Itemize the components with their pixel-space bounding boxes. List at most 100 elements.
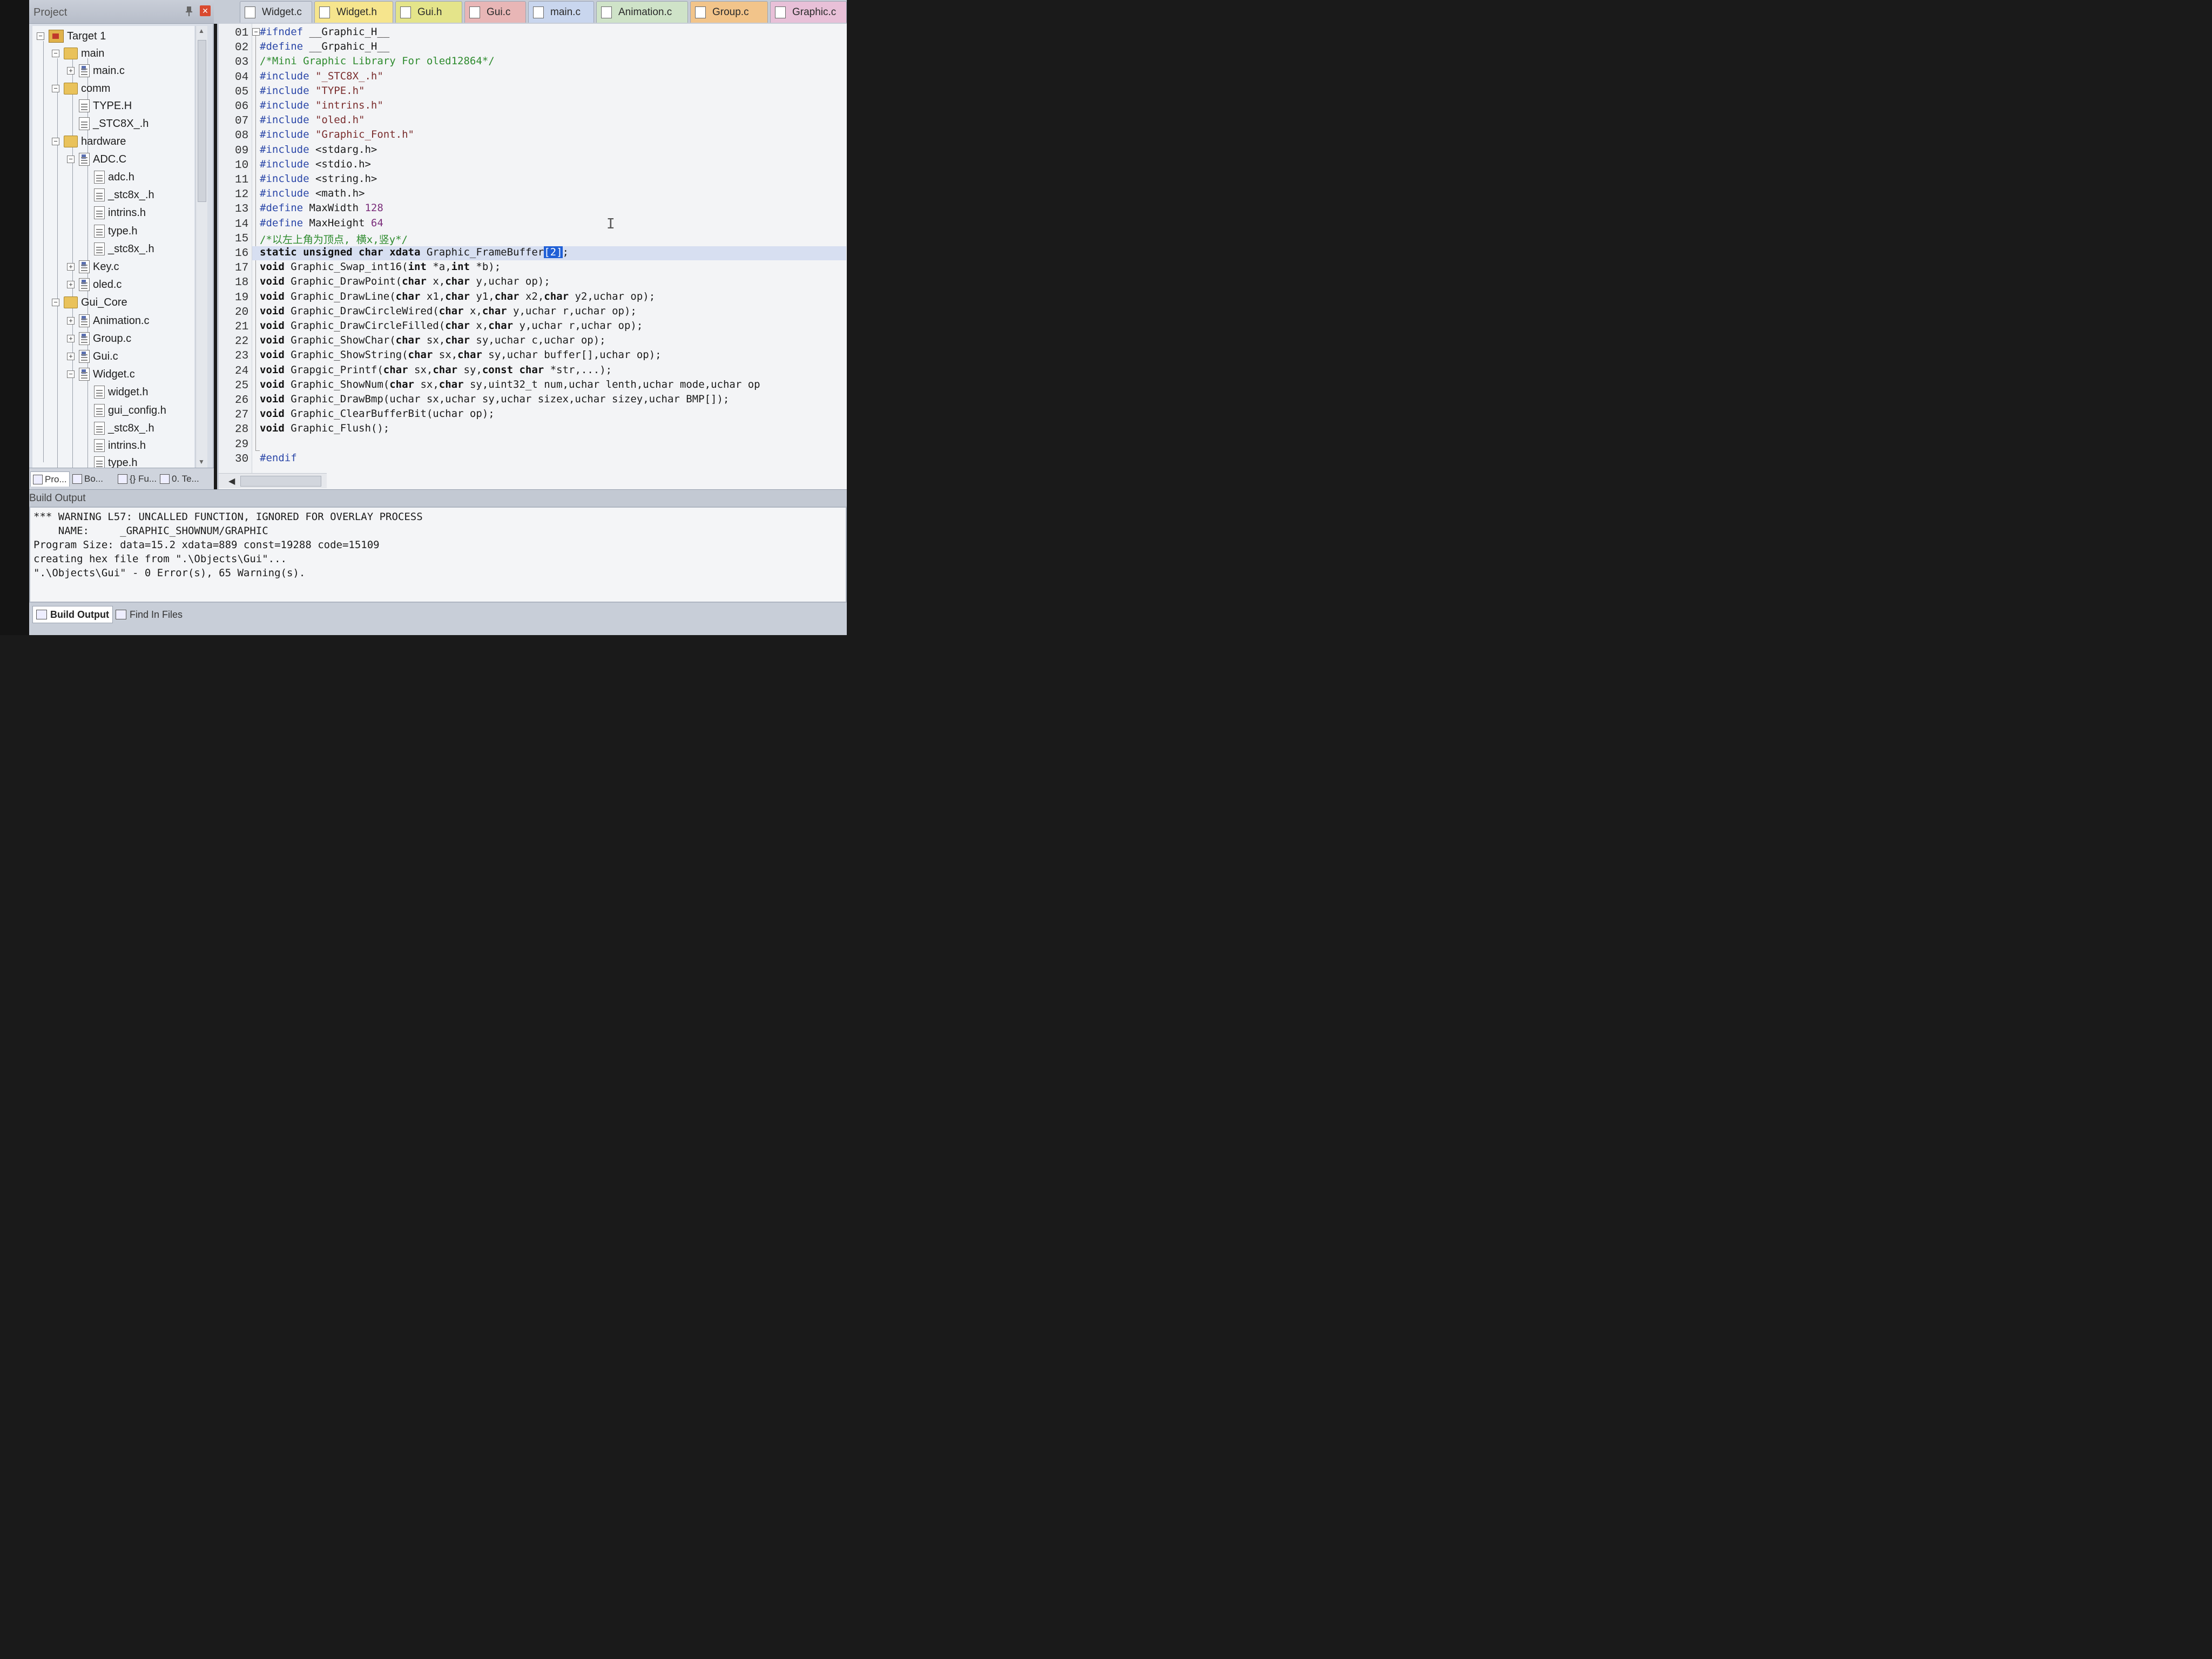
build-tab-label: Build Output: [50, 609, 109, 620]
code-token: Graphic_DrawCircleFilled(: [284, 320, 446, 332]
editor-tab-label: Group.c: [712, 6, 749, 18]
editor-tab-group-c[interactable]: Group.c: [690, 1, 768, 23]
code-line: #include "intrins.h": [260, 99, 383, 113]
expand-icon[interactable]: +: [67, 353, 75, 360]
header-file-icon: [94, 242, 105, 255]
tree-item[interactable]: + Group.c: [67, 331, 131, 347]
tree-item[interactable]: + oled.c: [67, 276, 122, 293]
scroll-down-icon[interactable]: ▼: [198, 458, 205, 466]
code-token: MaxHeight: [303, 217, 371, 229]
code-token: Graphic_Swap_int16(: [284, 261, 408, 273]
editor-tab-animation-c[interactable]: Animation.c: [596, 1, 688, 23]
collapse-icon[interactable]: −: [67, 370, 75, 378]
code-line: void Graphic_ShowChar(char sx,char sy,uc…: [260, 334, 606, 348]
line-number: 21: [235, 321, 249, 333]
panel-tab-2[interactable]: {} Fu...: [118, 471, 157, 487]
source-file-icon: [79, 368, 90, 381]
tree-item[interactable]: type.h: [82, 455, 137, 469]
code-token: __Grpahic_H__: [303, 41, 390, 53]
tree-item[interactable]: + Animation.c: [67, 313, 150, 329]
code-token: x1,: [420, 290, 446, 302]
panel-tab-3[interactable]: 0. Te...: [160, 471, 199, 487]
tree-item[interactable]: type.h: [82, 223, 137, 239]
tree-item[interactable]: widget.h: [82, 384, 149, 400]
tree-item-label: ADC.C: [93, 153, 127, 165]
expand-icon[interactable]: +: [67, 317, 75, 325]
tree-item[interactable]: _stc8x_.h: [82, 420, 154, 436]
editor-tab-gui-c[interactable]: Gui.c: [464, 1, 526, 23]
code-token: void: [260, 349, 285, 361]
editor-tab-gui-h[interactable]: Gui.h: [395, 1, 462, 23]
tree-item[interactable]: _stc8x_.h: [82, 241, 154, 257]
expand-icon[interactable]: +: [67, 67, 75, 75]
panel-tab-1[interactable]: Bo...: [72, 471, 103, 487]
code-token: y2,uchar op);: [569, 290, 656, 302]
tree-item[interactable]: − Target 1: [37, 28, 106, 44]
code-editor[interactable]: 01 02 03 04 05 06 07 08 09 10 11 12 13 14 15 16 17 18 19 20…: [217, 24, 847, 489]
tree-item[interactable]: − Gui_Core: [52, 294, 127, 311]
tree-scrollbar[interactable]: ▲ ▼: [195, 26, 207, 469]
text-cursor-icon: I: [606, 216, 615, 232]
code-token: 128: [365, 202, 383, 214]
tree-item[interactable]: _STC8X_.h: [67, 116, 149, 132]
code-token: const char: [482, 363, 544, 376]
selected-text: [2]: [544, 246, 563, 258]
code-token: char: [445, 334, 470, 347]
code-token: x,: [469, 320, 489, 332]
editor-tab-bar: Widget.c Widget.h Gui.h Gui.c main.c Animatio…: [214, 0, 847, 24]
editor-tab-widget-h[interactable]: Widget.h: [314, 1, 393, 23]
code-token: /*以左上角为顶点, 横x,竖y*/: [260, 233, 408, 246]
tree-item[interactable]: gui_config.h: [82, 402, 166, 419]
tree-item[interactable]: + Gui.c: [67, 348, 118, 365]
panel-tab-0[interactable]: Pro...: [30, 471, 70, 487]
code-token: char: [457, 349, 482, 361]
tree-item[interactable]: + Key.c: [67, 259, 119, 275]
expand-icon[interactable]: +: [67, 263, 75, 271]
scroll-up-icon[interactable]: ▲: [198, 27, 205, 35]
editor-tab-label: Gui.h: [417, 6, 442, 18]
pin-icon[interactable]: [186, 6, 192, 16]
expand-icon[interactable]: +: [67, 335, 75, 342]
project-header: Project ✕: [29, 0, 214, 24]
collapse-icon[interactable]: −: [52, 138, 59, 145]
editor-tab-graphic-c[interactable]: Graphic.c: [770, 1, 847, 23]
folder-icon: [64, 48, 78, 59]
build-tab-find-in-files[interactable]: Find In Files: [112, 606, 186, 623]
fold-collapse-icon[interactable]: −: [252, 28, 260, 36]
code-token: char: [445, 275, 470, 288]
hscroll-thumb[interactable]: [240, 476, 321, 487]
line-number: 19: [235, 291, 249, 304]
target-icon: [49, 30, 64, 43]
line-number: 06: [235, 100, 249, 113]
tree-item[interactable]: − hardware: [52, 133, 126, 150]
code-line: #define __Grpahic_H__: [260, 41, 389, 55]
scroll-thumb[interactable]: [198, 40, 206, 202]
tree-item[interactable]: intrins.h: [82, 205, 146, 221]
expand-icon[interactable]: +: [67, 281, 75, 288]
code-token: void: [260, 290, 285, 302]
tree-item[interactable]: − Widget.c: [67, 366, 135, 382]
collapse-icon[interactable]: −: [52, 50, 59, 57]
tree-item[interactable]: adc.h: [82, 169, 134, 185]
collapse-icon[interactable]: −: [52, 299, 59, 306]
tree-item[interactable]: − main: [52, 45, 104, 62]
build-tab-icon: [36, 610, 47, 619]
file-tab-icon: [533, 6, 544, 18]
build-tab-build-output[interactable]: Build Output: [32, 606, 113, 623]
close-icon[interactable]: ✕: [200, 5, 211, 16]
collapse-icon[interactable]: −: [67, 156, 75, 163]
editor-tab-main-c[interactable]: main.c: [528, 1, 594, 23]
editor-tab-widget-c[interactable]: Widget.c: [240, 1, 312, 23]
collapse-icon[interactable]: −: [52, 85, 59, 92]
tree-item[interactable]: TYPE.H: [67, 98, 132, 114]
build-output-panel[interactable]: *** WARNING L57: UNCALLED FUNCTION, IGNO…: [29, 507, 847, 603]
tree-item[interactable]: intrins.h: [82, 437, 146, 454]
scroll-left-icon[interactable]: ◀: [228, 476, 235, 487]
tree-item[interactable]: − ADC.C: [67, 151, 126, 167]
collapse-icon[interactable]: −: [37, 32, 44, 40]
tree-item[interactable]: − comm: [52, 80, 110, 97]
editor-horizontal-scrollbar[interactable]: ◀: [219, 473, 327, 488]
tree-item[interactable]: _stc8x_.h: [82, 187, 154, 203]
tree-item[interactable]: + main.c: [67, 63, 125, 79]
code-line: void Graphic_Flush();: [260, 422, 389, 436]
